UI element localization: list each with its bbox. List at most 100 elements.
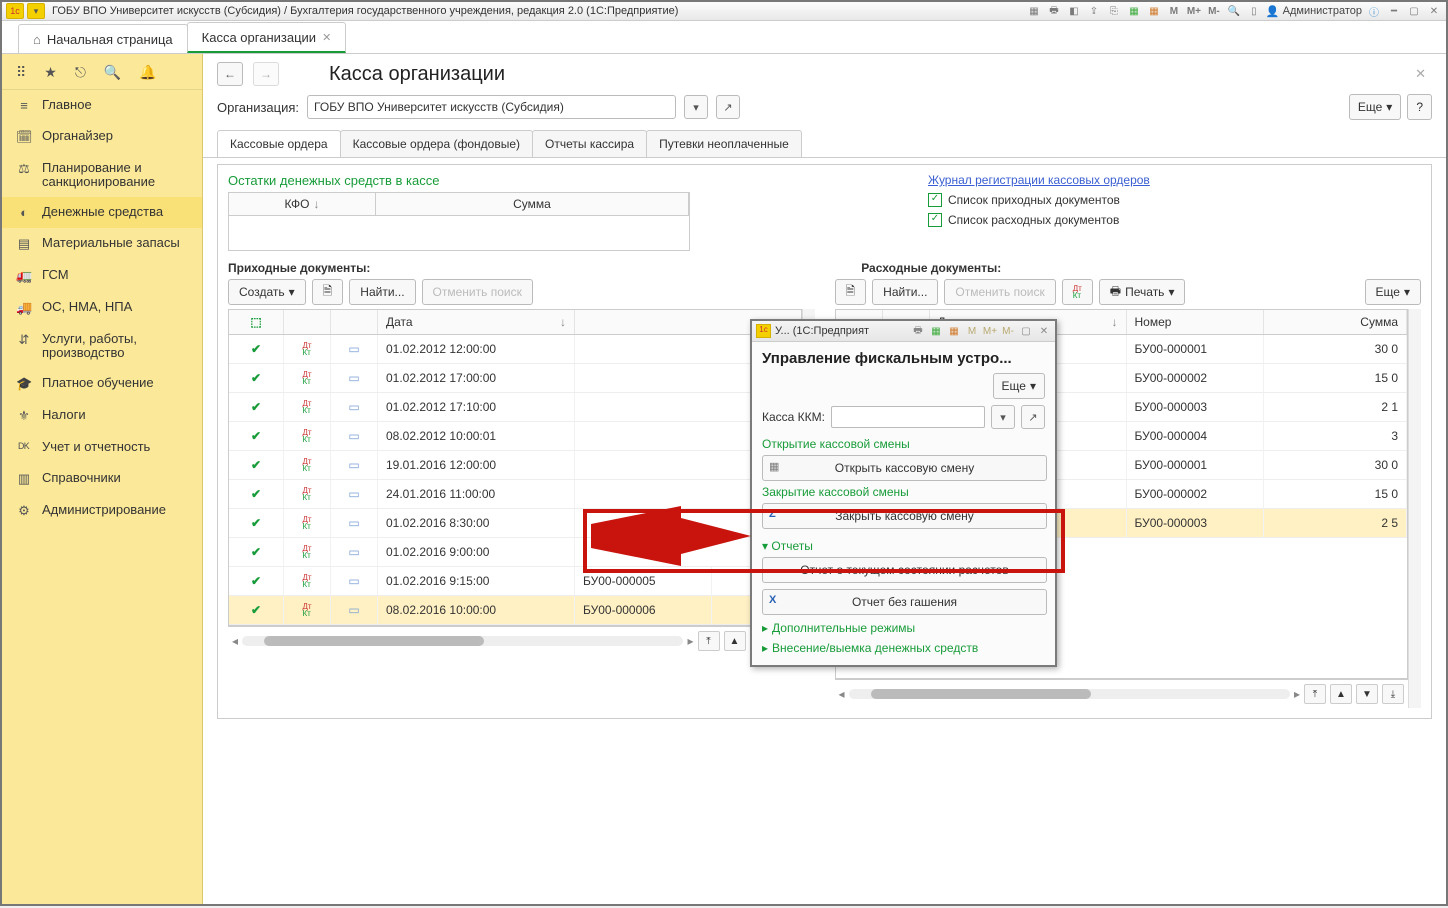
sidebar-item-5[interactable]: 🚛ГСМ — [2, 260, 202, 292]
expense-col-num[interactable]: Номер — [1127, 310, 1264, 334]
popup-cal-icon[interactable]: ▦ — [947, 324, 961, 338]
max-icon[interactable]: ▢ — [1406, 4, 1422, 18]
panel-icon[interactable]: ▯ — [1246, 4, 1262, 18]
nav-up-out[interactable]: ▲ — [1330, 684, 1352, 704]
chk-expense[interactable]: ✓Список расходных документов — [928, 213, 1150, 227]
income-row[interactable]: ✔ДтКт▭19.01.2016 12:00:00 — [229, 451, 801, 480]
kkm-dropdown[interactable]: ▾ — [991, 405, 1015, 429]
page-close[interactable]: ✕ — [1415, 66, 1426, 82]
sidebar-item-3[interactable]: ◐Денежные средства — [2, 197, 202, 228]
journal-link[interactable]: Журнал регистрации кассовых ордеров — [928, 173, 1150, 187]
sidebar-item-12[interactable]: ⚙Администрирование — [2, 495, 202, 527]
open-shift-button[interactable]: ▦Открыть кассовую смену — [762, 455, 1047, 481]
income-row[interactable]: ✔ДтКт▭01.02.2012 17:10:00 — [229, 393, 801, 422]
forward-button[interactable]: → — [253, 62, 279, 86]
income-row[interactable]: ✔ДтКт▭01.02.2016 9:00:00 — [229, 538, 801, 567]
nav-top-out[interactable]: ⤒ — [1304, 684, 1326, 704]
back-button[interactable]: ← — [217, 62, 243, 86]
kkm-input[interactable] — [831, 406, 985, 428]
org-input[interactable]: ГОБУ ВПО Университет искусств (Субсидия) — [307, 95, 676, 119]
popup-mplus[interactable]: M+ — [983, 324, 997, 338]
subtab-2[interactable]: Отчеты кассира — [532, 130, 647, 157]
zoom-icon[interactable]: 🔍 — [1226, 4, 1242, 18]
report-current-button[interactable]: Отчет о текущем состоянии расчетов — [762, 557, 1047, 583]
income-row[interactable]: ✔ДтКт▭08.02.2012 10:00:01 — [229, 422, 801, 451]
close-icon[interactable]: ✕ — [1426, 4, 1442, 18]
calc-icon[interactable]: ▦ — [1126, 4, 1142, 18]
btn-create-in[interactable]: Создать ▾ — [228, 279, 306, 305]
nav-down-out[interactable]: ▼ — [1356, 684, 1378, 704]
expense-col-sum[interactable]: Сумма — [1264, 310, 1408, 334]
org-dropdown[interactable]: ▾ — [684, 95, 708, 119]
popup-close[interactable]: ✕ — [1037, 324, 1051, 338]
income-row[interactable]: ✔ДтКт▭01.02.2016 8:30:00 — [229, 509, 801, 538]
btn-print-out[interactable]: 🖶 Печать ▾ — [1099, 279, 1186, 305]
btn-dtkt-out[interactable]: ДтКт — [1062, 279, 1093, 305]
sidebar-item-11[interactable]: ▥Справочники — [2, 463, 202, 495]
sidebar-item-6[interactable]: 🚚ОС, НМА, НПА — [2, 292, 202, 324]
popup-max[interactable]: ▢ — [1019, 324, 1033, 338]
toolbar-icon-5[interactable]: ⎘ — [1106, 4, 1122, 18]
income-row[interactable]: ✔ДтКт▭01.02.2012 12:00:00 — [229, 335, 801, 364]
btn-more-out[interactable]: Еще ▾ — [1365, 279, 1421, 305]
income-row[interactable]: ✔ДтКт▭08.02.2016 10:00:00БУ00-000006 — [229, 596, 801, 625]
sidebar-item-2[interactable]: ⚖Планирование и санкционирование — [2, 153, 202, 197]
min-icon[interactable]: ━ — [1386, 4, 1402, 18]
sidebar-item-9[interactable]: ⚜Налоги — [2, 400, 202, 432]
kkm-open[interactable]: ↗ — [1021, 405, 1045, 429]
mminus-btn[interactable]: M- — [1206, 4, 1222, 18]
btn-find-out[interactable]: Найти... — [872, 279, 938, 305]
popup-mminus[interactable]: M- — [1001, 324, 1015, 338]
tab-home[interactable]: ⌂Начальная страница — [18, 24, 188, 53]
toolbar-icon-4[interactable]: ⇪ — [1086, 4, 1102, 18]
calendar-icon[interactable]: ▦ — [1146, 4, 1162, 18]
more-button[interactable]: Еще ▾ — [1349, 94, 1401, 120]
popup-m[interactable]: M — [965, 324, 979, 338]
income-row[interactable]: ✔ДтКт▭01.02.2012 17:00:00 — [229, 364, 801, 393]
col-kfo[interactable]: КФО ↓ — [229, 193, 376, 215]
popup-more[interactable]: Еще ▾ — [993, 373, 1045, 399]
popup-calc-icon[interactable]: ▦ — [929, 324, 943, 338]
org-open[interactable]: ↗ — [716, 95, 740, 119]
help-button[interactable]: ? — [1407, 94, 1432, 120]
cash-inout[interactable]: ▸ Внесение/выемка денежных средств — [762, 641, 1045, 655]
reports-section[interactable]: ▾ Отчеты — [762, 539, 1045, 553]
toolbar-icon-1[interactable]: ▦ — [1026, 4, 1042, 18]
chk-income[interactable]: ✓Список приходных документов — [928, 193, 1150, 207]
subtab-3[interactable]: Путевки неоплаченные — [646, 130, 802, 157]
star-icon[interactable]: ★ — [44, 64, 57, 81]
subtab-0[interactable]: Кассовые ордера — [217, 130, 341, 157]
col-check[interactable]: ⬚ — [229, 310, 284, 334]
sidebar-item-7[interactable]: ⇵Услуги, работы, производство — [2, 324, 202, 368]
dropdown-icon[interactable]: ▾ — [27, 3, 45, 19]
sidebar-item-0[interactable]: ≡Главное — [2, 90, 202, 121]
bell-icon[interactable]: 🔔 — [139, 64, 156, 81]
income-col-date[interactable]: Дата↓ — [378, 310, 575, 334]
subtab-1[interactable]: Кассовые ордера (фондовые) — [340, 130, 533, 157]
toolbar-icon-3[interactable]: ◧ — [1066, 4, 1082, 18]
btn-find-in[interactable]: Найти... — [349, 279, 415, 305]
info-icon[interactable]: ⓘ — [1366, 4, 1382, 18]
print-icon[interactable]: 🖶 — [1046, 4, 1062, 18]
nav-up-in[interactable]: ▲ — [724, 631, 746, 651]
popup-print-icon[interactable]: 🖶 — [911, 324, 925, 338]
sidebar-item-1[interactable]: 🗓Органайзер — [2, 121, 202, 153]
btn-copy-out[interactable]: 🗎 — [835, 279, 867, 305]
history-icon[interactable]: ⎋ — [75, 64, 86, 81]
report-noclear-button[interactable]: XОтчет без гашения — [762, 589, 1047, 615]
user-label[interactable]: 👤 Администратор — [1266, 5, 1362, 18]
income-row[interactable]: ✔ДтКт▭01.02.2016 9:15:00БУ00-0000055 — [229, 567, 801, 596]
tab-cash[interactable]: Касса организации✕ — [187, 22, 347, 53]
menu-grid-icon[interactable]: ⠿ — [16, 64, 26, 81]
extra-modes[interactable]: ▸ Дополнительные режимы — [762, 621, 1045, 635]
close-shift-button[interactable]: ZЗакрыть кассовую смену — [762, 503, 1047, 529]
sidebar-item-8[interactable]: 🎓Платное обучение — [2, 368, 202, 400]
search-icon[interactable]: 🔍 — [104, 64, 121, 81]
nav-bot-out[interactable]: ⤓ — [1382, 684, 1404, 704]
btn-copy-in[interactable]: 🗎 — [312, 279, 344, 305]
sidebar-item-10[interactable]: ᴰᴷУчет и отчетность — [2, 432, 202, 463]
mplus-btn[interactable]: M+ — [1186, 4, 1202, 18]
sidebar-item-4[interactable]: ▤Материальные запасы — [2, 228, 202, 260]
m-btn[interactable]: M — [1166, 4, 1182, 18]
col-sum[interactable]: Сумма — [376, 193, 689, 215]
